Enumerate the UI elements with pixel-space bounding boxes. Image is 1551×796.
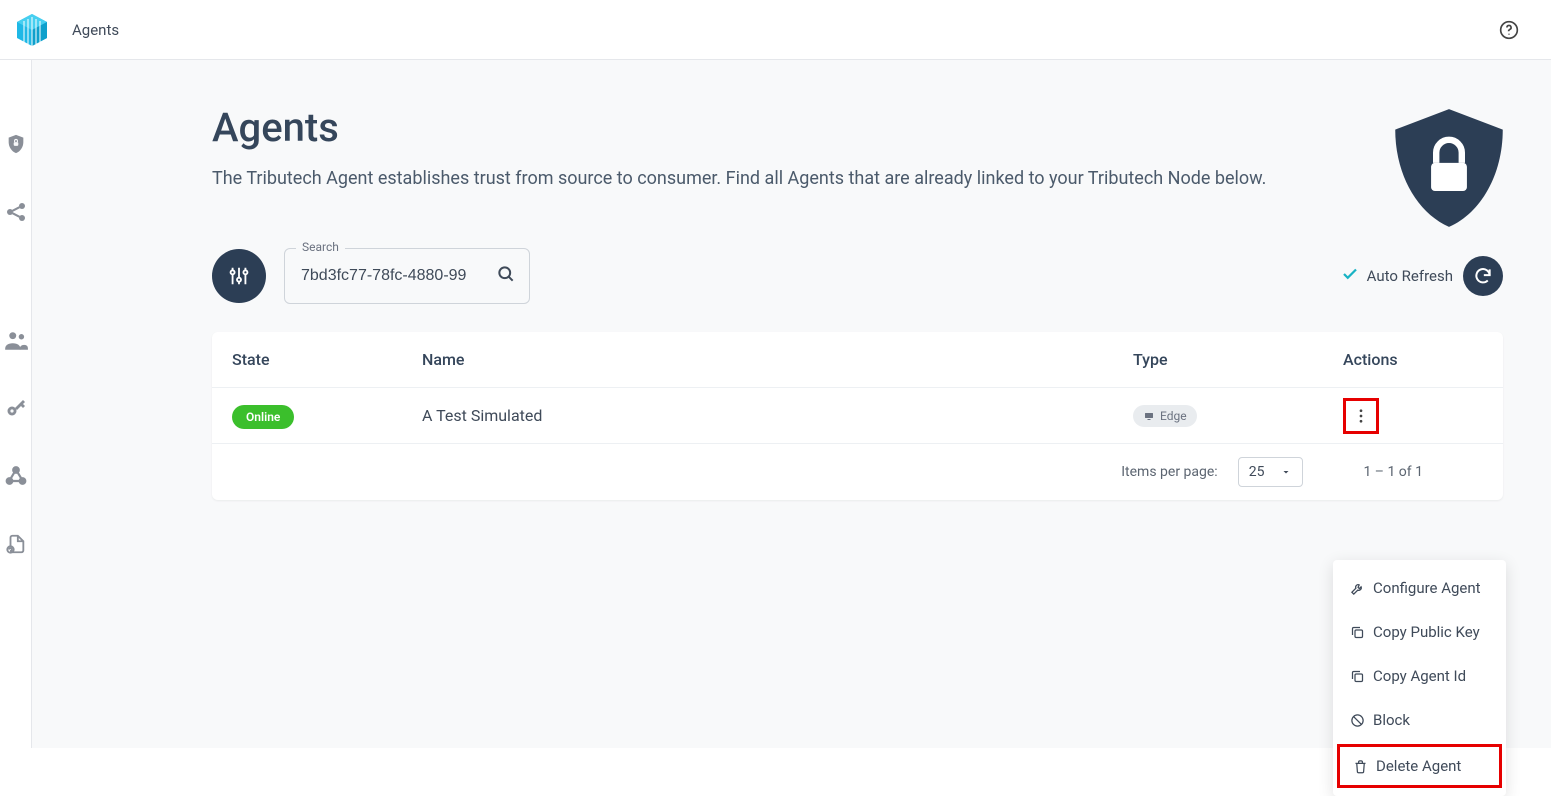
search-icon[interactable] [496,264,516,288]
menu-item-delete-agent[interactable]: Delete Agent [1337,744,1502,788]
menu-item-label: Delete Agent [1376,757,1461,775]
copy-icon [1349,668,1365,684]
app-logo[interactable] [12,10,52,50]
items-per-page-select[interactable]: 25 [1238,457,1304,487]
trash-icon [1352,758,1368,774]
sliders-icon [228,265,250,287]
share-icon [4,200,28,224]
type-badge: Edge [1133,405,1197,427]
sidebar-item-share[interactable] [2,198,30,226]
row-actions-button[interactable] [1343,398,1379,434]
edge-icon [1143,410,1155,422]
chevron-down-icon [1280,466,1292,478]
table-footer: Items per page: 25 1 – 1 of 1 [212,444,1503,500]
sidebar-item-shield[interactable] [2,130,30,158]
search-input[interactable] [284,248,530,304]
users-icon [3,327,29,353]
wrench-icon [1349,580,1365,596]
shield-icon [5,133,27,155]
webhook-icon [4,464,28,488]
actions-menu: Configure Agent Copy Public Key Copy Age… [1333,560,1506,796]
menu-item-copy-agent-id[interactable]: Copy Agent Id [1333,654,1506,698]
auto-refresh-toggle[interactable]: Auto Refresh [1341,265,1453,287]
page-title: Agents [212,104,1503,151]
table-header: State Name Type Actions [212,332,1503,388]
items-per-page-value: 25 [1249,464,1265,480]
file-icon [5,533,27,555]
shield-lock-large-icon [1385,104,1513,232]
type-label: Edge [1160,409,1187,423]
th-actions: Actions [1343,350,1483,369]
table-row[interactable]: Online A Test Simulated Edge [212,388,1503,444]
sidebar-item-key[interactable] [2,394,30,422]
page-header: Agents The Tributech Agent establishes t… [212,104,1503,192]
help-icon [1499,20,1519,40]
menu-item-label: Copy Public Key [1373,623,1480,641]
lock-badge [1385,104,1513,236]
key-icon [4,396,28,420]
th-type[interactable]: Type [1133,350,1343,369]
main-content: Agents The Tributech Agent establishes t… [32,60,1551,748]
breadcrumb[interactable]: Agents [72,21,119,39]
filter-button[interactable] [212,249,266,303]
menu-item-configure-agent[interactable]: Configure Agent [1333,566,1506,610]
agents-table: State Name Type Actions Online A Test Si… [212,332,1503,500]
menu-item-label: Block [1373,711,1410,729]
block-icon [1349,712,1365,728]
state-badge: Online [232,405,294,429]
sidebar-item-webhook[interactable] [2,462,30,490]
check-icon [1341,265,1359,287]
sidebar [0,60,32,748]
refresh-button[interactable] [1463,256,1503,296]
search-label: Search [296,240,345,254]
sidebar-item-file[interactable] [2,530,30,558]
search-field: Search [284,248,530,304]
copy-icon [1349,624,1365,640]
th-name[interactable]: Name [422,350,1133,369]
agent-name: A Test Simulated [422,406,1133,425]
page-subtitle: The Tributech Agent establishes trust fr… [212,165,1332,192]
menu-item-block[interactable]: Block [1333,698,1506,742]
kebab-icon [1352,407,1370,425]
help-button[interactable] [1491,12,1527,48]
items-per-page-label: Items per page: [1121,464,1217,480]
menu-item-label: Configure Agent [1373,579,1481,597]
menu-item-label: Copy Agent Id [1373,667,1466,685]
topbar: Agents [0,0,1551,60]
controls-row: Search Auto Refresh [212,248,1503,304]
menu-item-copy-public-key[interactable]: Copy Public Key [1333,610,1506,654]
th-state[interactable]: State [232,350,422,369]
auto-refresh-label: Auto Refresh [1367,267,1453,285]
sidebar-item-users[interactable] [2,326,30,354]
pagination-range: 1 – 1 of 1 [1363,464,1423,480]
refresh-icon [1473,266,1493,286]
